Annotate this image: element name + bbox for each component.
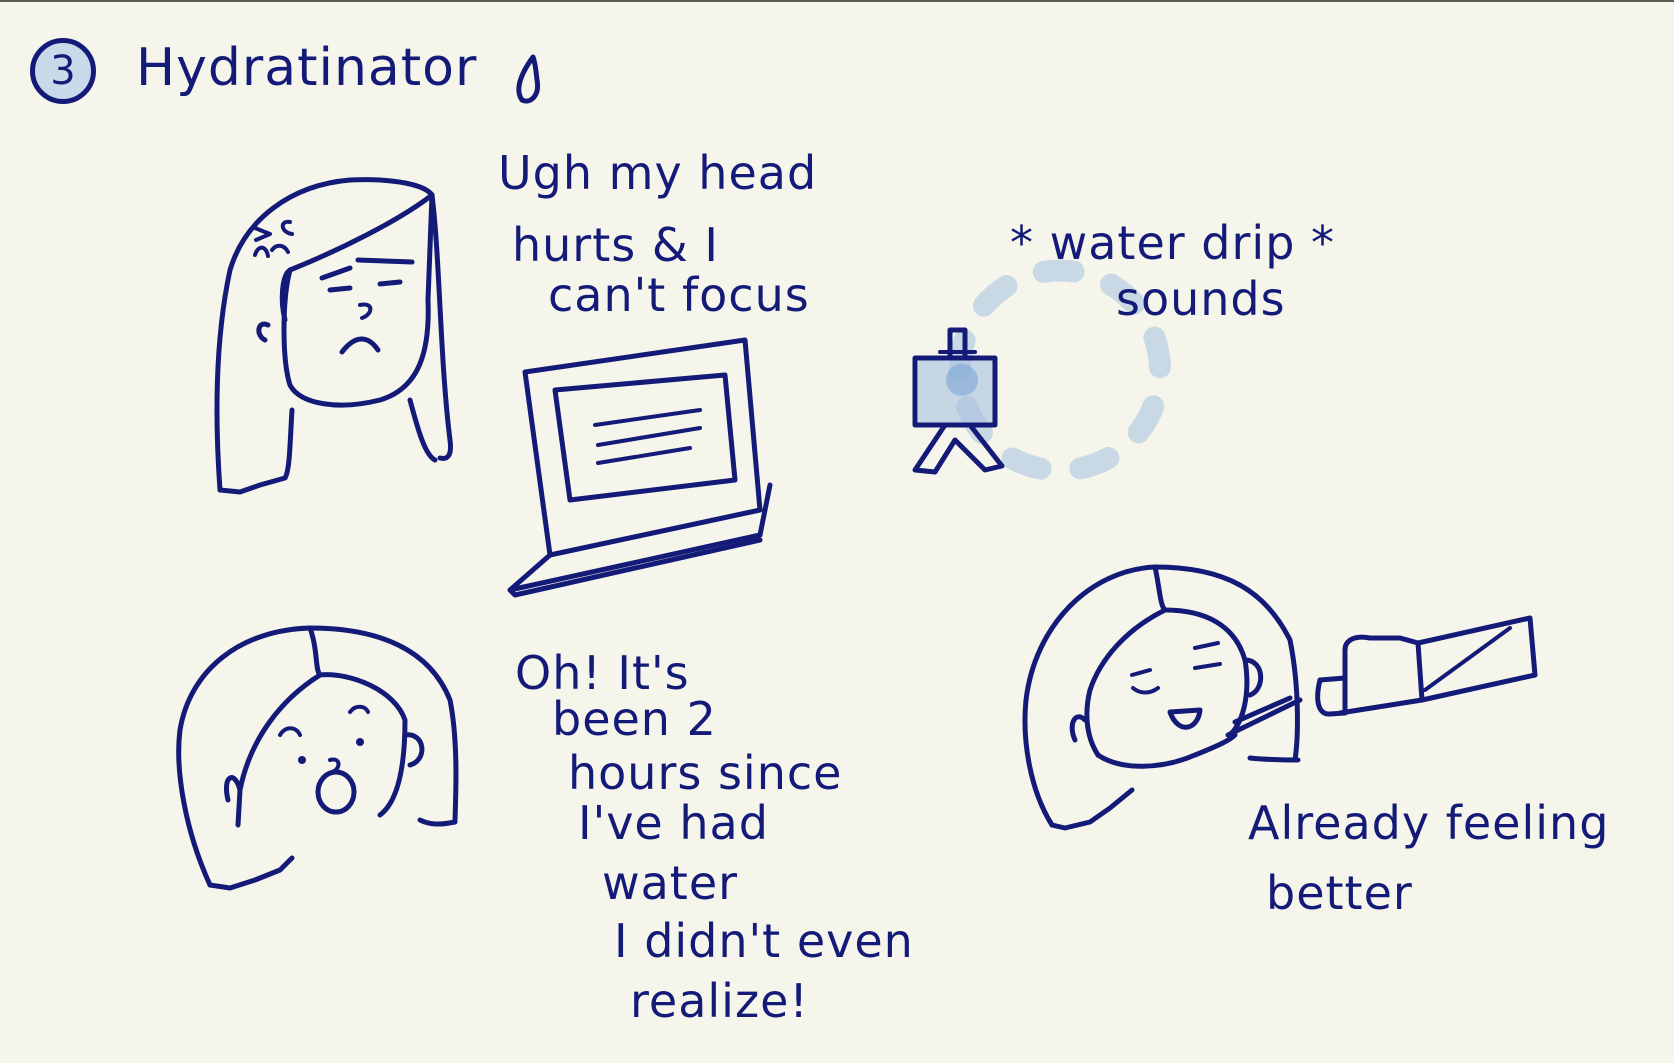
water-bottle-icon [1225, 615, 1538, 738]
headache-caption-line2: hurts & I [512, 218, 719, 272]
better-caption-line1: Already feeling [1248, 796, 1610, 850]
sound-caption-line2: sounds [1116, 272, 1286, 326]
person-drinking-drawing [1022, 564, 1301, 831]
headache-caption-line3: can't focus [548, 268, 810, 322]
realize-caption-line3: hours since [568, 746, 843, 800]
realize-caption-line2: been 2 [552, 692, 717, 746]
sound-caption-line1: * water drip * [1010, 216, 1336, 270]
realize-caption-line6: I didn't even [614, 914, 914, 968]
headache-caption-line1: Ugh my head [498, 146, 818, 200]
laptop-icon [507, 337, 773, 598]
person-headache-drawing [214, 177, 453, 495]
sketch-canvas [176, 54, 1538, 891]
realize-caption-line1: Oh! It's [515, 646, 690, 700]
better-caption-line2: better [1266, 866, 1413, 920]
water-drop-icon [516, 54, 541, 104]
realize-caption-line7: realize! [630, 974, 809, 1028]
realize-caption-line5: water [602, 856, 739, 910]
person-surprised-drawing [176, 625, 459, 891]
realize-caption-line4: I've had [578, 796, 769, 850]
